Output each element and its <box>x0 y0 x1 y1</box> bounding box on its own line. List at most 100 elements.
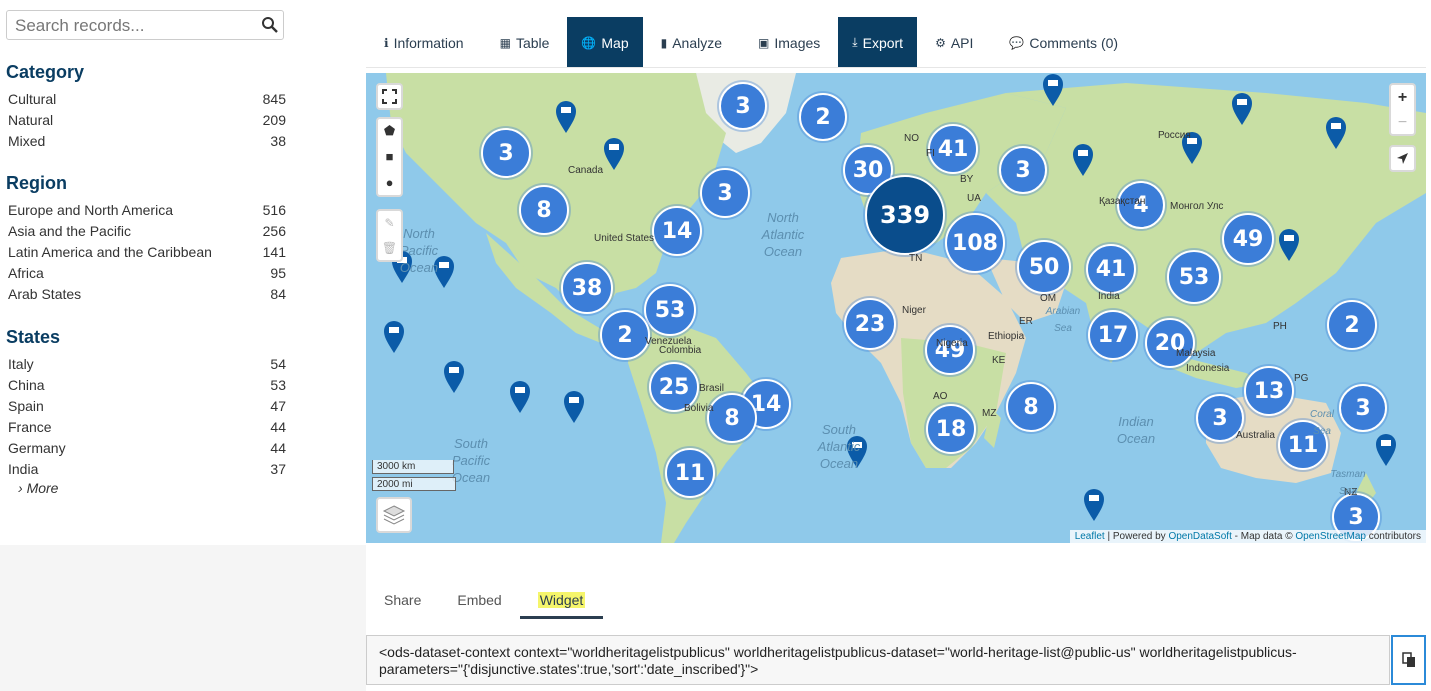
search-input[interactable] <box>13 12 257 40</box>
ods-link[interactable]: OpenDataSoft <box>1168 531 1231 542</box>
facet-item[interactable]: Latin America and the Caribbean 141 <box>0 242 300 263</box>
more-link[interactable]: › More <box>18 480 300 496</box>
search-icon[interactable] <box>261 16 279 34</box>
map-place-label: FI <box>926 148 935 159</box>
map-place-label: Монгол Улс <box>1170 201 1224 212</box>
locate-button[interactable] <box>1389 145 1416 172</box>
marker-cluster[interactable]: 2 <box>1327 300 1377 350</box>
zoom-in-button[interactable]: + <box>1398 85 1407 110</box>
osm-link[interactable]: OpenStreetMap <box>1295 531 1366 542</box>
marker-cluster[interactable]: 2 <box>600 310 650 360</box>
facet-item[interactable]: Mixed 38 <box>0 131 300 152</box>
tab-export[interactable]: ⤓ Export <box>838 17 918 68</box>
share-tab-widget[interactable]: Widget <box>519 590 604 619</box>
tab-map[interactable]: 🌐 Map <box>567 17 643 68</box>
zoom-out-button[interactable]: − <box>1398 110 1407 135</box>
facet-item[interactable]: France 44 <box>0 417 300 438</box>
facet-item[interactable]: Natural 209 <box>0 110 300 131</box>
marker-cluster[interactable]: 18 <box>926 404 976 454</box>
marker-cluster[interactable]: 23 <box>844 298 896 350</box>
fullscreen-button[interactable] <box>376 83 403 110</box>
marker-cluster[interactable]: 49 <box>925 325 975 375</box>
marker-cluster[interactable]: 3 <box>719 82 767 130</box>
facet-item[interactable]: Europe and North America 516 <box>0 200 300 221</box>
marker-cluster[interactable]: 108 <box>945 213 1005 273</box>
map-pin-icon[interactable] <box>1375 433 1397 467</box>
marker-cluster[interactable]: 11 <box>665 448 715 498</box>
marker-cluster[interactable]: 2 <box>799 93 847 141</box>
marker-cluster[interactable]: 53 <box>644 284 696 336</box>
map-place-label: United States <box>594 233 655 244</box>
map-pin-icon[interactable] <box>383 320 405 354</box>
map-pin-icon[interactable] <box>555 100 577 134</box>
map-pin-icon[interactable] <box>509 380 531 414</box>
share-tab-share[interactable]: Share <box>366 590 439 619</box>
leaflet-link[interactable]: Leaflet <box>1075 531 1105 542</box>
search-box[interactable] <box>6 10 284 40</box>
map-pin-icon[interactable] <box>1083 488 1105 522</box>
facet-item[interactable]: Asia and the Pacific 256 <box>0 221 300 242</box>
map-view[interactable]: 3 2 3 41 30 3 8 3 339 14 4 108 49 38 50 41 53 53 2 23 17 20 2 2… <box>366 73 1426 543</box>
facet-item[interactable]: China 53 <box>0 375 300 396</box>
sidebar: Category Cultural845 Natural209 Mixed38 … <box>0 0 300 545</box>
facet-item[interactable]: Africa 95 <box>0 263 300 284</box>
rectangle-tool-icon[interactable]: ■ <box>386 144 394 170</box>
map-pin-icon[interactable] <box>1042 73 1064 107</box>
facet-item[interactable]: Cultural 845 <box>0 89 300 110</box>
widget-code[interactable]: <ods-dataset-context context="worldherit… <box>366 635 1390 685</box>
map-pin-icon[interactable] <box>443 360 465 394</box>
locate-arrow-icon <box>1397 153 1408 164</box>
marker-cluster[interactable]: 41 <box>928 124 978 174</box>
marker-cluster[interactable]: 20 <box>1145 318 1195 368</box>
map-pin-icon[interactable] <box>1278 228 1300 262</box>
marker-cluster[interactable]: 50 <box>1017 240 1071 294</box>
marker-cluster[interactable]: 339 <box>865 175 945 255</box>
map-ocean-label: Tasman Sea <box>1330 469 1366 497</box>
marker-cluster[interactable]: 49 <box>1222 213 1274 265</box>
map-pin-icon[interactable] <box>1072 143 1094 177</box>
marker-cluster[interactable]: 13 <box>1244 366 1294 416</box>
copy-button[interactable] <box>1391 635 1426 685</box>
tab-label: Table <box>515 34 550 51</box>
marker-cluster[interactable]: 8 <box>707 393 757 443</box>
marker-cluster[interactable]: 8 <box>1006 382 1056 432</box>
edit-toolbar: ✎ 🗑 <box>376 209 403 262</box>
bar-chart-icon: ▮ <box>660 35 668 50</box>
marker-cluster[interactable]: 3 <box>700 168 750 218</box>
tab-images[interactable]: ▣ Images <box>740 17 838 68</box>
share-tab-embed[interactable]: Embed <box>439 590 519 619</box>
download-icon: ⤓ <box>852 35 858 49</box>
polygon-tool-icon[interactable]: ⬟ <box>384 118 395 144</box>
map-pin-icon[interactable] <box>603 137 625 171</box>
marker-cluster[interactable]: 38 <box>561 262 613 314</box>
tab-table[interactable]: ▦ Table <box>482 17 568 68</box>
marker-cluster[interactable]: 3 <box>1339 384 1387 432</box>
edit-icon[interactable]: ✎ <box>384 211 394 236</box>
tab-api[interactable]: ⚙ API <box>917 17 991 68</box>
map-place-label: Қазақстан <box>1099 196 1146 207</box>
tab-analyze[interactable]: ▮ Analyze <box>643 17 740 68</box>
facet-item[interactable]: India 37 <box>0 459 300 480</box>
circle-tool-icon[interactable]: ● <box>386 170 394 196</box>
marker-cluster[interactable]: 3 <box>481 128 531 178</box>
map-pin-icon[interactable] <box>1325 116 1347 150</box>
facet-item[interactable]: Arab States 84 <box>0 284 300 305</box>
map-place-label: PG <box>1294 373 1309 384</box>
map-place-label: TN <box>909 253 923 264</box>
marker-cluster[interactable]: 17 <box>1088 310 1138 360</box>
map-pin-icon[interactable] <box>563 390 585 424</box>
tab-comments[interactable]: 💬 Comments (0) <box>991 17 1136 68</box>
marker-cluster[interactable]: 53 <box>1167 250 1221 304</box>
tab-information[interactable]: ℹ Information <box>366 17 482 68</box>
facet-item[interactable]: Italy 54 <box>0 354 300 375</box>
marker-cluster[interactable]: 8 <box>519 185 569 235</box>
marker-cluster[interactable]: 14 <box>652 206 702 256</box>
marker-cluster[interactable]: 3 <box>999 146 1047 194</box>
marker-cluster[interactable]: 41 <box>1086 244 1136 294</box>
map-pin-icon[interactable] <box>1231 92 1253 126</box>
trash-icon[interactable]: 🗑 <box>382 236 397 261</box>
scale-mi: 2000 mi <box>372 477 456 491</box>
layers-button[interactable] <box>376 497 412 533</box>
facet-item[interactable]: Germany 44 <box>0 438 300 459</box>
facet-item[interactable]: Spain 47 <box>0 396 300 417</box>
